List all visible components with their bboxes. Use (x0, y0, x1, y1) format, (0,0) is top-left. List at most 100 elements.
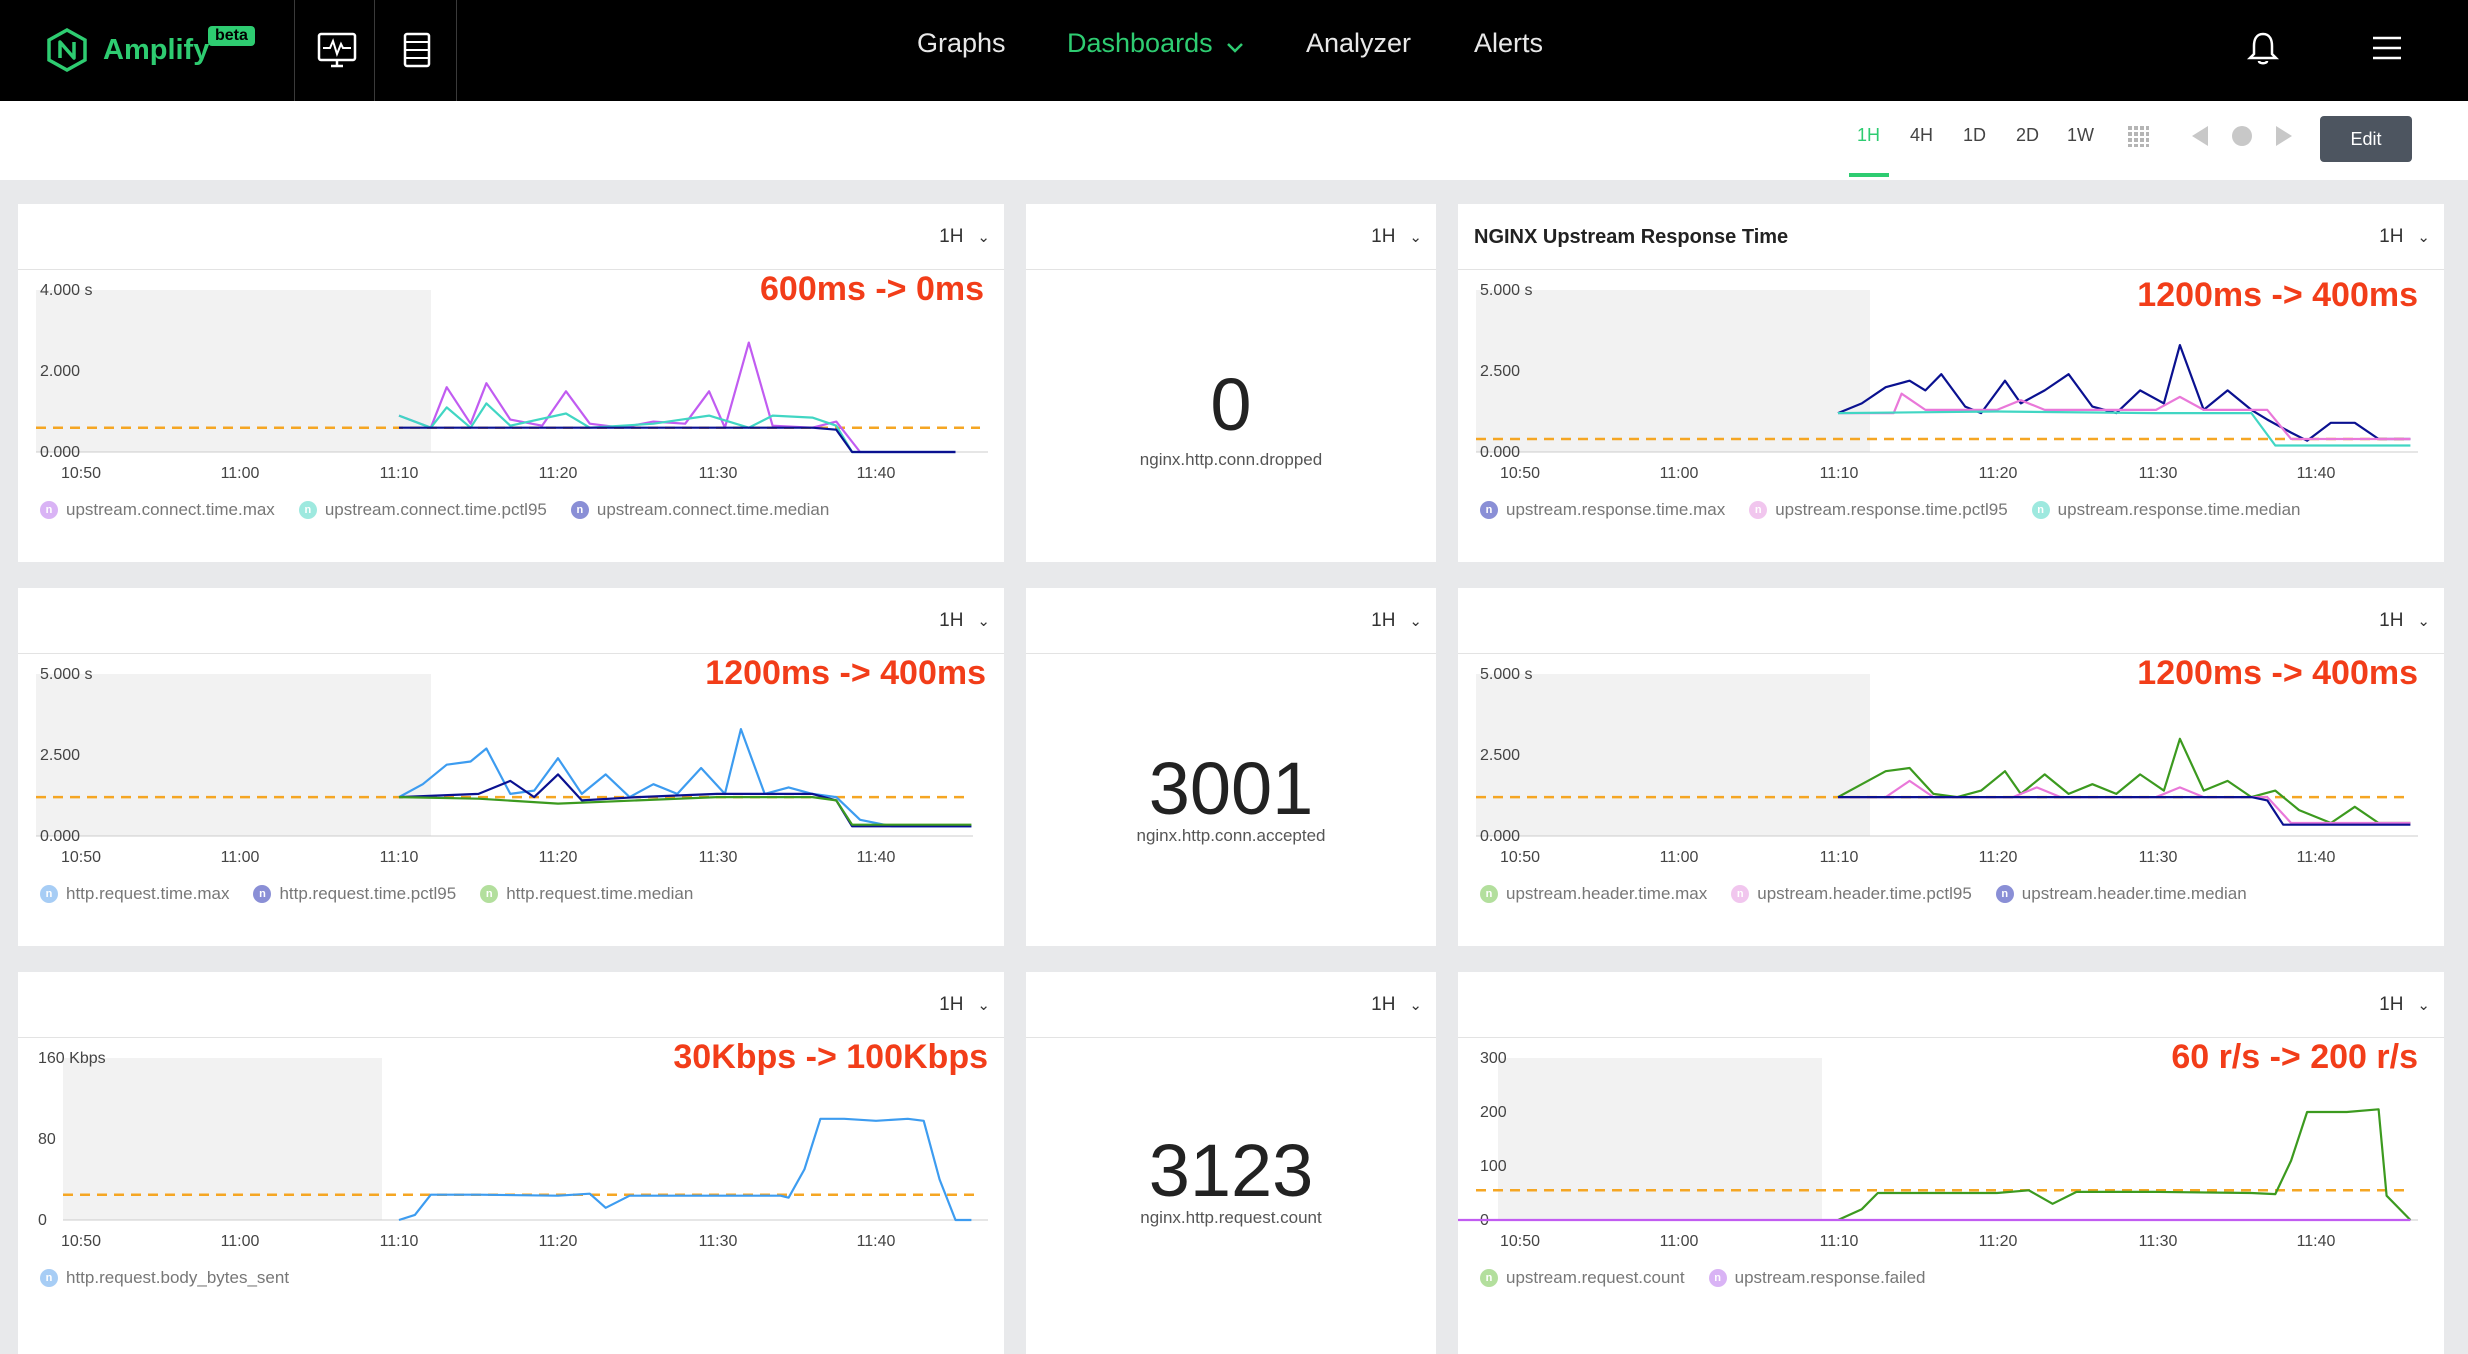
range-2d[interactable]: 2D (2016, 125, 2039, 146)
x-tick-label: 10:50 (1500, 1233, 1540, 1250)
y-tick-label: 80 (38, 1131, 56, 1148)
x-tick-label: 11:30 (2139, 849, 2178, 866)
now-icon[interactable] (2231, 125, 2253, 147)
x-tick-label: 11:30 (2139, 465, 2178, 482)
hamburger-menu-icon[interactable] (2371, 32, 2403, 64)
legend-item[interactable]: n http.request.time.max (40, 884, 229, 904)
x-tick-label: 11:10 (380, 465, 419, 482)
legend-label: http.request.body_bytes_sent (66, 1268, 290, 1287)
legend-item[interactable]: n upstream.connect.time.max (40, 500, 275, 520)
series-dot-icon: n (2031, 501, 2050, 519)
x-tick-label: 11:10 (1820, 465, 1859, 482)
range-4h[interactable]: 4H (1910, 125, 1933, 146)
nav-alerts[interactable]: Alerts (1474, 28, 1543, 59)
x-tick-label: 11:30 (2139, 1233, 2178, 1250)
brand[interactable]: Amplify beta (45, 22, 255, 78)
bell-icon[interactable] (2245, 30, 2281, 66)
brand-name: Amplify (103, 33, 210, 66)
legend-item[interactable]: n upstream.header.time.max (1480, 884, 1707, 904)
series-line (398, 773, 972, 828)
panel-header: 1H ⌄ (1026, 972, 1436, 1038)
legend-item[interactable]: n upstream.request.count (1480, 1268, 1685, 1288)
x-tick-label: 10:50 (61, 1233, 101, 1250)
annotation-label: 1200ms -> 400ms (2137, 654, 2418, 692)
y-tick-label: 200 (1480, 1104, 1507, 1121)
y-tick-label: 0 (38, 1212, 47, 1229)
dashboard-panel: 1H ⌄ 4.000 s 2.000 0.000 10:50 11:00 11:10 11:20… (18, 204, 1004, 562)
server-list-icon[interactable] (395, 28, 439, 72)
x-tick-label: 11:10 (380, 1233, 419, 1250)
y-tick-label: 2.000 (40, 363, 80, 380)
legend-item[interactable]: n http.request.body_bytes_sent (40, 1268, 289, 1288)
legend-item[interactable]: n upstream.response.time.pctl95 (1749, 500, 2008, 520)
y-tick-label: 0.000 (40, 828, 80, 845)
y-tick-label: 0.000 (1480, 444, 1520, 461)
annotation-label: 600ms -> 0ms (760, 270, 984, 308)
y-tick-label: 0.000 (1480, 828, 1520, 845)
line-chart: 160 Kbps 80 0 10:50 11:00 11:10 11:20 11:30 11:4… (38, 1050, 988, 1250)
next-icon[interactable] (2274, 125, 2294, 147)
series-dot-icon: n (298, 501, 317, 519)
history-shade (1498, 1058, 1822, 1220)
legend-item[interactable]: n upstream.response.failed (1708, 1268, 1926, 1288)
dashboard-toolbar: 1H 4H 1D 2D 1W Edit (0, 101, 2468, 180)
nav-dashboards[interactable]: Dashboards (1067, 28, 1213, 59)
series-line (398, 796, 972, 826)
chart-legend: n http.request.time.max n http.request.time… (40, 884, 693, 904)
y-tick-label: 0.000 (40, 444, 80, 461)
edit-button[interactable]: Edit (2320, 116, 2412, 162)
legend-label: http.request.time.pctl95 (279, 884, 457, 903)
dashboard-panel: NGINX Upstream Response Time 1H ⌄ 5.000 s 2.… (1458, 204, 2444, 562)
series-dot-icon: n (1995, 885, 2014, 903)
x-tick-label: 11:40 (857, 1233, 896, 1250)
panel-range-select[interactable]: 1H ⌄ (1371, 226, 1422, 248)
metric-name: nginx.http.conn.dropped (1139, 450, 1323, 469)
legend-item[interactable]: n upstream.response.time.max (1480, 500, 1725, 520)
legend-item[interactable]: n upstream.connect.time.pctl95 (298, 500, 547, 520)
nav-graphs[interactable]: Graphs (917, 28, 1006, 59)
history-shade (1476, 674, 1870, 836)
active-range-indicator (1849, 173, 1889, 177)
metric-value: 3123 (1148, 1129, 1314, 1212)
legend-item[interactable]: n upstream.header.time.pctl95 (1731, 884, 1972, 904)
chart-legend: n http.request.body_bytes_sent (40, 1268, 289, 1288)
range-1d[interactable]: 1D (1963, 125, 1986, 146)
x-tick-label: 11:20 (539, 465, 578, 482)
series-dot-icon: n (1480, 885, 1498, 903)
legend-label: upstream.response.failed (1734, 1268, 1926, 1287)
legend-item[interactable]: n upstream.header.time.median (1995, 884, 2247, 904)
chevron-down-icon[interactable] (1226, 42, 1244, 54)
legend-item[interactable]: n upstream.response.time.median (2031, 500, 2301, 520)
series-dot-icon: n (40, 885, 58, 903)
legend-item[interactable]: n http.request.time.pctl95 (253, 884, 456, 904)
x-tick-label: 11:20 (539, 1233, 578, 1250)
legend-item[interactable]: n http.request.time.median (480, 884, 693, 904)
annotation-label: 1200ms -> 400ms (705, 654, 986, 692)
history-shade (1476, 290, 1870, 452)
x-tick-label: 11:30 (699, 849, 738, 866)
chevron-down-icon: ⌄ (1409, 229, 1422, 246)
series-line (1837, 344, 2411, 442)
monitor-pulse-icon[interactable] (315, 28, 359, 72)
x-tick-label: 11:40 (857, 465, 896, 482)
panel-range-select[interactable]: 1H ⌄ (1371, 610, 1422, 632)
chart-legend: n upstream.header.time.max n upstream.heade… (1480, 884, 2247, 904)
series-dot-icon: n (1731, 885, 1750, 903)
grid-icon[interactable] (2127, 125, 2149, 147)
nav-analyzer[interactable]: Analyzer (1306, 28, 1411, 59)
panel-range-select[interactable]: 1H ⌄ (1371, 994, 1422, 1016)
legend-label: upstream.request.count (1506, 1268, 1685, 1287)
x-tick-label: 11:00 (221, 1233, 260, 1250)
metric-name: nginx.http.request.count (1140, 1208, 1322, 1227)
range-1h[interactable]: 1H (1857, 125, 1880, 146)
legend-item[interactable]: n upstream.connect.time.median (570, 500, 829, 520)
range-1w[interactable]: 1W (2067, 125, 2094, 146)
x-tick-label: 11:40 (2297, 849, 2336, 866)
y-tick-label: 2.500 (1480, 747, 1520, 764)
series-dot-icon: n (1749, 501, 1768, 519)
x-tick-label: 10:50 (61, 849, 101, 866)
y-tick-label: 100 (1480, 1158, 1507, 1175)
chart-legend: n upstream.request.count n upstream.respons… (1480, 1268, 1926, 1288)
previous-icon[interactable] (2190, 125, 2210, 147)
series-dot-icon: n (40, 501, 58, 519)
